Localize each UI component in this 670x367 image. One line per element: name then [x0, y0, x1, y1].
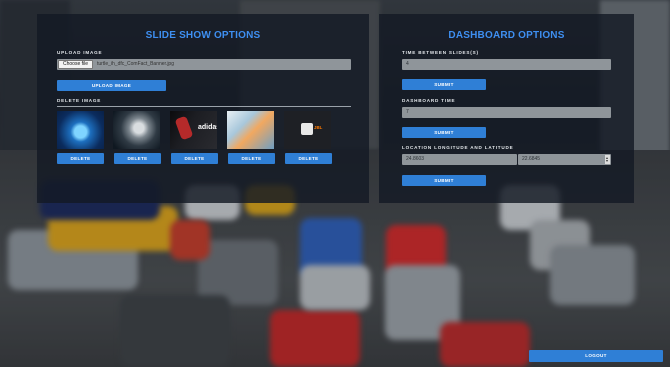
delete-button-2[interactable]: DELETE	[114, 153, 161, 164]
submit-location-button[interactable]: SUBMIT	[402, 175, 486, 186]
location-label: LOCATION LONGITUDE AND LATITUDE	[402, 145, 514, 150]
file-name-text: turtle_ih_dfc_ComFact_Banner.jpg	[97, 61, 174, 67]
dashboard-options-panel: DASHBOARD OPTIONS TIME BETWEEN SLIDES(S)…	[379, 14, 634, 203]
delete-button-4[interactable]: DELETE	[228, 153, 275, 164]
jbl-logo: JBL	[314, 125, 323, 130]
submit-dashboard-time-button[interactable]: SUBMIT	[402, 127, 486, 138]
time-between-slides-label: TIME BETWEEN SLIDES(S)	[402, 50, 479, 55]
upload-image-button[interactable]: UPLOAD IMAGE	[57, 80, 166, 91]
file-input[interactable]: Choose file turtle_ih_dfc_ComFact_Banner…	[57, 59, 351, 70]
adidas-image: adidas	[170, 111, 217, 149]
delete-button-5[interactable]: DELETE	[285, 153, 332, 164]
longitude-value: 24.8603	[406, 156, 425, 162]
slideshow-options-panel: SLIDE SHOW OPTIONS UPLOAD IMAGE Choose f…	[37, 14, 369, 203]
longitude-input[interactable]: 24.8603	[402, 154, 517, 165]
speaker-icon	[301, 123, 313, 135]
time-between-slides-value: 4	[406, 61, 409, 67]
slideshow-title: SLIDE SHOW OPTIONS	[145, 30, 261, 41]
choose-file-button[interactable]: Choose file	[58, 60, 93, 69]
watch-image	[113, 111, 160, 149]
time-between-slides-input[interactable]: 4	[402, 59, 611, 70]
delete-image-label: DELETE IMAGE	[57, 98, 102, 103]
upload-image-label: UPLOAD IMAGE	[57, 50, 103, 55]
logout-button[interactable]: LOGOUT	[529, 350, 663, 362]
dashboard-time-input[interactable]: 7	[402, 107, 611, 118]
jbl-speaker-image: JBL	[284, 111, 331, 149]
athlete-figure	[174, 115, 194, 141]
delete-button-3[interactable]: DELETE	[171, 153, 218, 164]
latitude-value: 22.6845	[522, 156, 541, 162]
submit-time-button[interactable]: SUBMIT	[402, 79, 486, 90]
dashboard-time-value: 7	[406, 109, 409, 115]
abstract-blue-image	[57, 111, 104, 149]
map-image	[227, 111, 274, 149]
stepper-icon[interactable]	[605, 155, 610, 164]
dashboard-time-label: DASHBOARD TIME	[402, 98, 456, 103]
delete-button-1[interactable]: DELETE	[57, 153, 104, 164]
divider	[57, 106, 351, 107]
adidas-logo: adidas	[198, 124, 217, 131]
dashboard-title: DASHBOARD OPTIONS	[448, 30, 565, 41]
latitude-input[interactable]: 22.6845	[518, 154, 611, 165]
